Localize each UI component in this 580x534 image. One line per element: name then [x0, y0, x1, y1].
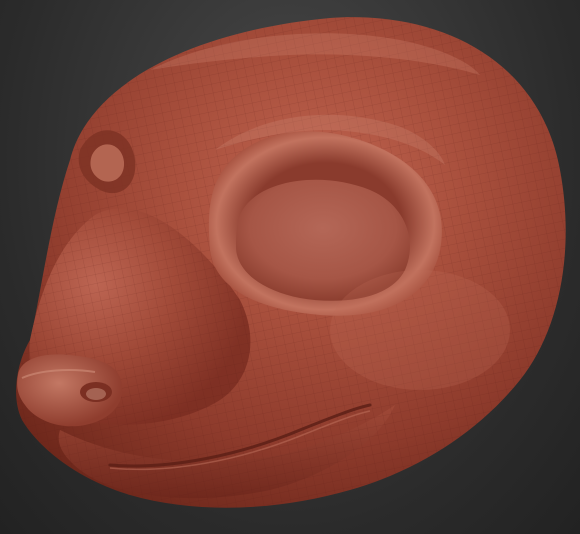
viewport-canvas[interactable] [0, 0, 580, 534]
nostril-inner [86, 388, 106, 400]
sculpt-render [16, 17, 566, 508]
cheek-highlight [330, 270, 510, 390]
